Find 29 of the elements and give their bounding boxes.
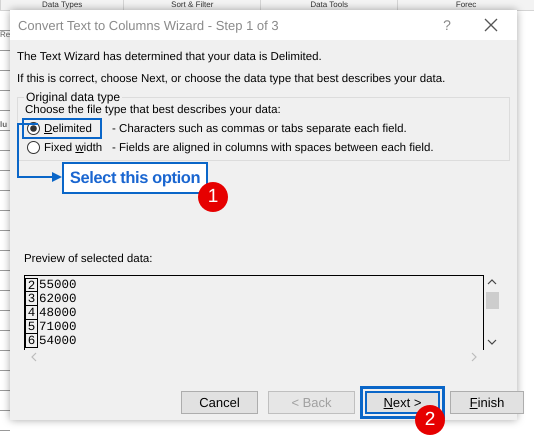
preview-value: 48000: [38, 306, 77, 320]
preview-value: 54000: [38, 334, 77, 348]
line-number: 3: [25, 292, 38, 306]
prompt-text: Choose the file type that best describes your data:: [25, 104, 282, 116]
intro-text: If this is correct, choose Next, or choose the data type that best describes your data.: [17, 72, 446, 87]
step-badge: 1: [198, 182, 228, 212]
intro-text: The Text Wizard has determined that your data is Delimited.: [17, 50, 323, 65]
option-label[interactable]: Fixed width: [44, 142, 102, 154]
group-title: Original data type: [25, 90, 122, 104]
finish-button[interactable]: Finish: [450, 391, 524, 414]
help-button[interactable]: ?: [432, 17, 462, 33]
option-label[interactable]: Delimited: [44, 122, 92, 134]
preview-label: Preview of selected data:: [24, 253, 154, 265]
preview-value: 55000: [38, 278, 77, 292]
line-number: 4: [25, 306, 38, 320]
cell-text: lu: [0, 120, 8, 129]
line-number: 2: [25, 278, 38, 292]
window-title: Convert Text to Columns Wizard - Step 1 of 3: [18, 18, 280, 32]
preview-value: 71000: [38, 320, 77, 334]
callout-label: Select this option: [62, 162, 208, 194]
cancel-button[interactable]: Cancel: [181, 391, 258, 414]
cell-text: Re: [0, 30, 10, 39]
line-number: 5: [25, 320, 38, 334]
line-number: 6: [25, 334, 38, 348]
option-description: - Fields are aligned in columns with spaces between each field.: [112, 142, 434, 154]
option-description: - Characters such as commas or tabs separate each field.: [112, 122, 407, 134]
close-icon[interactable]: [484, 18, 498, 32]
radio-button[interactable]: [27, 141, 40, 154]
preview-value: 62000: [38, 292, 77, 306]
